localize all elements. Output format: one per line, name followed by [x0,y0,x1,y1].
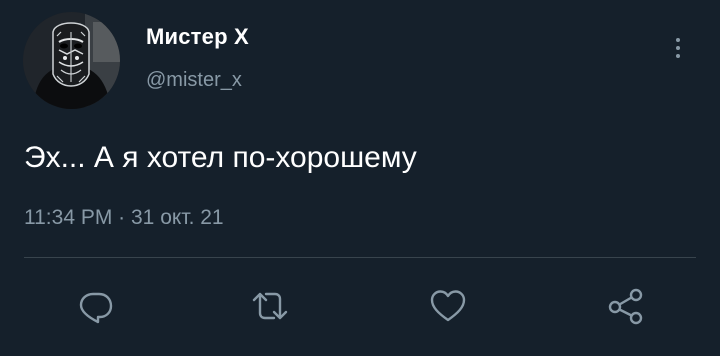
tweet-card: Мистер Х @mister_x Эх... А я хотел по-хо… [0,0,720,356]
meta-separator: · [112,206,131,229]
dot [676,54,680,58]
like-button[interactable] [426,284,470,328]
retweet-icon [252,292,288,320]
dot [676,38,680,42]
masked-figure-icon [23,12,120,109]
tweet-date: 31 окт. 21 [131,206,224,229]
author-name[interactable]: Мистер Х [146,24,249,50]
retweet-button[interactable] [248,284,292,328]
dot [676,46,680,50]
like-icon [430,290,466,322]
share-icon [608,288,643,325]
tweet-timestamp[interactable]: 11:34 PM · 31 окт. 21 [24,206,224,230]
share-button[interactable] [604,284,648,328]
divider [24,257,696,258]
author-handle[interactable]: @mister_x [146,69,242,92]
tweet-time: 11:34 PM [24,206,113,229]
reply-button[interactable] [74,284,118,328]
more-options-icon[interactable] [665,30,691,66]
avatar[interactable] [23,12,120,109]
tweet-text: Эх... А я хотел по-хорошему [24,141,417,174]
reply-icon [79,292,113,324]
